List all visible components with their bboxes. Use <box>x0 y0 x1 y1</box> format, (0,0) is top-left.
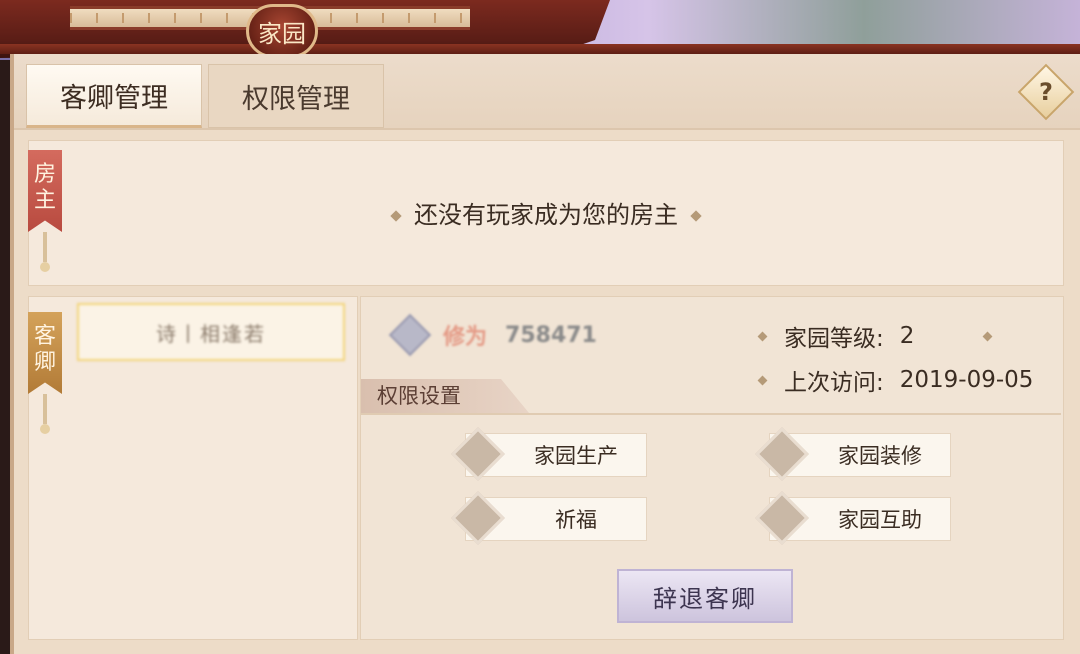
home-level-label: 家园等级: <box>784 326 884 352</box>
home-level-row: 家园等级: 2 <box>757 319 993 353</box>
guest-list: 诗丨相逢若 <box>28 296 358 640</box>
main-panel: 客卿管理 权限管理 ? 还没有玩家成为您的房主 房主 诗丨相逢若 客卿 修为 7… <box>10 54 1080 654</box>
banner-pole <box>43 232 47 262</box>
window-title: 家园 <box>246 4 318 58</box>
owner-empty-message: 还没有玩家成为您的房主 <box>29 195 1063 230</box>
diamond-bullet-icon <box>982 331 993 341</box>
permission-label: 家园装修 <box>838 444 922 468</box>
permissions-title: 权限设置 <box>361 379 529 413</box>
owner-banner: 房主 <box>28 150 62 272</box>
owner-empty-text: 还没有玩家成为您的房主 <box>414 201 678 229</box>
guest-detail-panel: 修为 758471 家园等级: 2 上次访问: 2019-09-05 权限设置 … <box>360 296 1064 640</box>
guest-list-item[interactable]: 诗丨相逢若 <box>77 303 345 361</box>
permission-label: 祈福 <box>555 508 597 532</box>
frame-top <box>0 44 1080 54</box>
banner-knob <box>40 424 50 434</box>
owner-section: 还没有玩家成为您的房主 <box>28 140 1064 286</box>
banner-pole <box>43 394 47 424</box>
banner-knob <box>40 262 50 272</box>
dismiss-guest-button[interactable]: 辞退客卿 <box>617 569 793 623</box>
diamond-bullet-icon <box>390 210 402 222</box>
home-level-value: 2 <box>899 323 915 349</box>
permissions-header: 权限设置 <box>361 379 1061 415</box>
guest-banner: 客卿 <box>28 312 62 434</box>
cultivation-row: 修为 758471 <box>388 313 597 357</box>
question-icon: ? <box>1039 78 1053 106</box>
owner-banner-label: 房主 <box>28 150 62 232</box>
tab-guest-management[interactable]: 客卿管理 <box>26 64 202 128</box>
guest-banner-label: 客卿 <box>28 312 62 394</box>
diamond-bullet-icon <box>690 210 702 222</box>
help-button[interactable]: ? <box>1017 63 1075 121</box>
cultivation-icon <box>388 313 432 357</box>
diamond-bullet-icon <box>757 331 768 341</box>
cultivation-value: 758471 <box>505 322 597 348</box>
cultivation-label: 修为 <box>443 325 488 350</box>
permission-label: 家园互助 <box>838 508 922 532</box>
tab-permission-management[interactable]: 权限管理 <box>208 64 384 128</box>
permission-label: 家园生产 <box>534 444 618 468</box>
tab-bar: 客卿管理 权限管理 ? <box>14 54 1080 130</box>
